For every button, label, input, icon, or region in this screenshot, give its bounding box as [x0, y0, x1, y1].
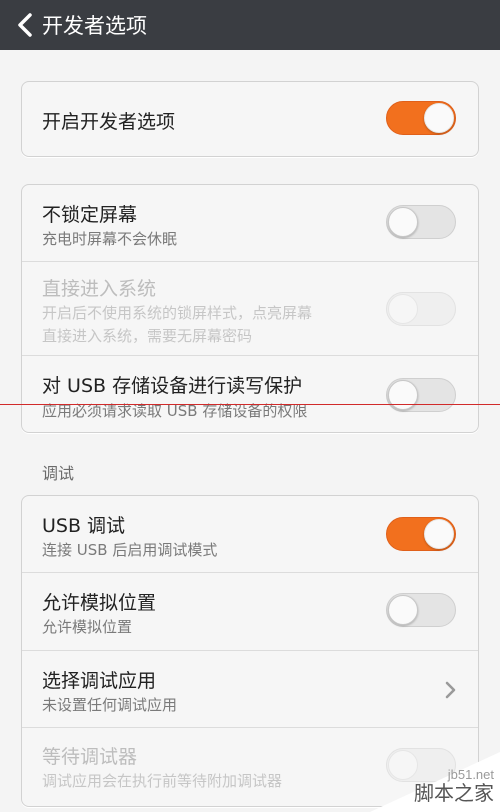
usb-storage-protect-switch[interactable] — [386, 378, 456, 412]
chevron-right-icon — [445, 681, 456, 699]
switch-knob — [388, 294, 418, 324]
developer-toggle-card: 开启开发者选项 — [21, 81, 479, 157]
setting-title: 不锁定屏幕 — [42, 204, 138, 226]
setting-subtitle: 未设置任何调试应用 — [42, 696, 178, 714]
setting-subtitle: 充电时屏幕不会休眠 — [42, 230, 178, 248]
setting-subtitle-line1: 开启后不使用系统的锁屏样式，点亮屏幕 — [42, 304, 313, 322]
direct-boot-switch — [386, 292, 456, 326]
switch-knob — [388, 207, 418, 237]
setting-title: USB 调试 — [42, 515, 126, 537]
watermark-name: 脚本之家 — [414, 781, 494, 805]
mock-location-switch[interactable] — [386, 593, 456, 627]
page-title: 开发者选项 — [42, 14, 147, 38]
switch-knob — [388, 595, 418, 625]
setting-title: 直接进入系统 — [42, 278, 157, 300]
setting-subtitle: 调试应用会在执行前等待附加调试器 — [42, 772, 283, 790]
red-guide-line — [0, 404, 500, 405]
setting-title: 允许模拟位置 — [42, 592, 157, 614]
setting-row-enable-developer-options[interactable]: 开启开发者选项 — [22, 82, 478, 156]
watermark: jb51.net 脚本之家 — [370, 752, 500, 812]
setting-row-stay-awake[interactable]: 不锁定屏幕 充电时屏幕不会休眠 — [22, 185, 478, 262]
setting-row-select-debug-app[interactable]: 选择调试应用 未设置任何调试应用 — [22, 651, 478, 728]
app-header: 开发者选项 — [0, 0, 500, 50]
usb-debugging-switch[interactable] — [386, 517, 456, 551]
switch-knob — [424, 519, 454, 549]
setting-row-mock-location[interactable]: 允许模拟位置 允许模拟位置 — [22, 573, 478, 651]
setting-row-direct-boot: 直接进入系统 开启后不使用系统的锁屏样式，点亮屏幕 直接进入系统，需要无屏幕密码 — [22, 262, 478, 356]
setting-title: 开启开发者选项 — [42, 111, 176, 133]
setting-title: 选择调试应用 — [42, 670, 157, 692]
setting-subtitle: 允许模拟位置 — [42, 618, 133, 636]
back-arrow-icon — [18, 13, 32, 37]
screen-settings-card: 不锁定屏幕 充电时屏幕不会休眠 直接进入系统 开启后不使用系统的锁屏样式，点亮屏… — [21, 184, 479, 433]
setting-title: 对 USB 存储设备进行读写保护 — [42, 375, 303, 397]
setting-subtitle: 连接 USB 后启用调试模式 — [42, 541, 218, 559]
enable-developer-options-switch[interactable] — [386, 101, 456, 135]
switch-knob — [424, 103, 454, 133]
setting-row-usb-debugging[interactable]: USB 调试 连接 USB 后启用调试模式 — [22, 496, 478, 573]
setting-subtitle-line2: 直接进入系统，需要无屏幕密码 — [42, 327, 253, 345]
switch-knob — [388, 380, 418, 410]
setting-row-usb-storage-protect[interactable]: 对 USB 存储设备进行读写保护 应用必须请求读取 USB 存储设备的权限 — [22, 356, 478, 432]
section-label-debug: 调试 — [42, 464, 75, 483]
setting-title: 等待调试器 — [42, 746, 138, 768]
stay-awake-switch[interactable] — [386, 205, 456, 239]
